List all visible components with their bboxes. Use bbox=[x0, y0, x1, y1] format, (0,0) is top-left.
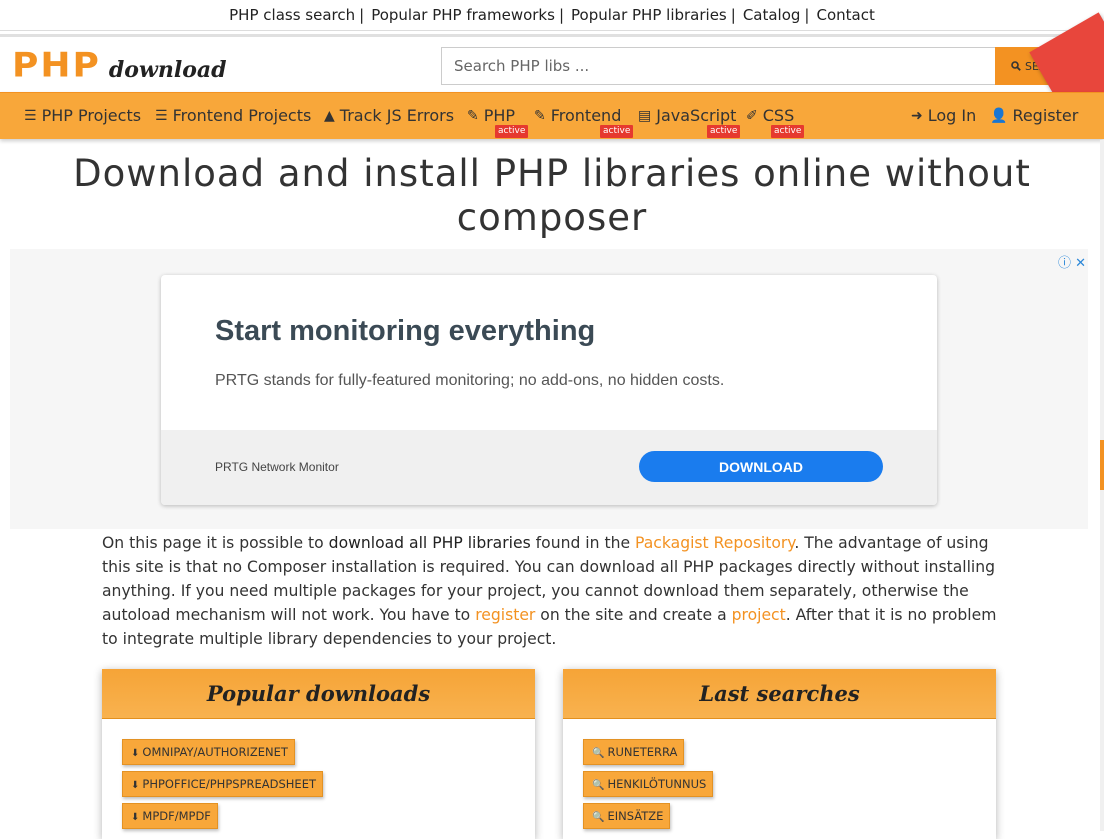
nav-label: JavaScript bbox=[656, 106, 737, 125]
panel-title: Popular downloads bbox=[206, 681, 431, 706]
ad-controls[interactable]: ⓘ ✕ bbox=[1058, 252, 1086, 271]
tag-label: EINSÄTZE bbox=[607, 809, 664, 823]
logo-download: download bbox=[108, 57, 227, 83]
tag-label: OMNIPAY/AUTHORIZENET bbox=[142, 745, 288, 759]
edit-icon: ✎ bbox=[467, 107, 479, 124]
ad-footer: PRTG Network Monitor DOWNLOAD bbox=[161, 430, 937, 505]
scroll-thumb[interactable] bbox=[1100, 440, 1104, 490]
active-badge: active bbox=[495, 125, 529, 138]
search-form: SEARCH bbox=[441, 47, 1104, 85]
ad-brand: PRTG Network Monitor bbox=[215, 460, 339, 474]
panel-header: Popular downloads bbox=[102, 669, 535, 719]
search-icon bbox=[1011, 61, 1021, 71]
download-tag[interactable]: ⬇ OMNIPAY/AUTHORIZENET bbox=[122, 739, 295, 765]
site-logo[interactable]: PHP download bbox=[12, 45, 227, 86]
intro-paragraph: On this page it is possible to download … bbox=[102, 531, 1002, 651]
page-title: Download and install PHP libraries onlin… bbox=[73, 152, 1031, 239]
popular-list: ⬇ OMNIPAY/AUTHORIZENET ⬇ PHPOFFICE/PHPSPRE… bbox=[122, 739, 323, 835]
ad-download-button[interactable]: DOWNLOAD bbox=[639, 451, 883, 482]
nav-register-label: Register bbox=[1012, 106, 1079, 125]
ad-card[interactable]: Start monitoring everything PRTG stands … bbox=[161, 275, 937, 505]
intro-text: found in the bbox=[530, 534, 636, 552]
nav-label: PHP Projects bbox=[41, 106, 142, 125]
ad-close-icon[interactable]: ✕ bbox=[1075, 256, 1086, 271]
download-icon: ⬇ bbox=[131, 748, 140, 759]
tag-label: MPDF/MPDF bbox=[142, 809, 211, 823]
edit-icon: ✎ bbox=[534, 107, 546, 124]
nav-track-js-errors[interactable]: ▲ Track JS Errors bbox=[324, 106, 454, 125]
packagist-link[interactable]: Packagist Repository bbox=[635, 534, 794, 552]
tag-label: RUNETERRA bbox=[607, 745, 678, 759]
logo-php: PHP bbox=[12, 46, 101, 85]
nav-label: CSS bbox=[762, 106, 795, 125]
nav-javascript[interactable]: ▤ JavaScript bbox=[638, 106, 736, 125]
top-links-bar: PHP class search | Popular PHP framework… bbox=[0, 0, 1104, 31]
popular-downloads-panel: Popular downloads ⬇ OMNIPAY/AUTHORIZENET … bbox=[102, 669, 535, 839]
ad-text: PRTG stands for fully-featured monitorin… bbox=[215, 372, 725, 389]
warning-icon: ▲ bbox=[324, 107, 335, 124]
nav-frontend-projects[interactable]: ☰ Frontend Projects bbox=[155, 106, 311, 125]
tag-label: HENKILÖTUNNUS bbox=[607, 777, 707, 791]
separator: | bbox=[359, 6, 365, 24]
tag-label: PHPOFFICE/PHPSPREADSHEET bbox=[142, 777, 316, 791]
scrollbar[interactable] bbox=[1100, 140, 1104, 831]
nav-login[interactable]: ➜ Log In bbox=[911, 106, 976, 125]
active-badge: active bbox=[707, 125, 741, 138]
separator: | bbox=[730, 6, 736, 24]
nav-register[interactable]: 👤 Register bbox=[990, 106, 1078, 125]
search-tag[interactable]: 🔍 RUNETERRA bbox=[583, 739, 685, 765]
user-plus-icon: 👤 bbox=[990, 107, 1008, 124]
nav-css[interactable]: ✐ CSS bbox=[746, 106, 794, 125]
ad-info-icon[interactable]: ⓘ bbox=[1058, 256, 1071, 271]
intro-text: On this page it is possible to bbox=[102, 534, 329, 552]
nav-label: Track JS Errors bbox=[339, 106, 455, 125]
toplink-php-class-search[interactable]: PHP class search bbox=[229, 6, 355, 24]
download-icon: ⬇ bbox=[131, 812, 140, 823]
search-tag[interactable]: 🔍 HENKILÖTUNNUS bbox=[583, 771, 714, 797]
active-badge: active bbox=[771, 125, 805, 138]
searches-list: 🔍 RUNETERRA 🔍 HENKILÖTUNNUS 🔍 EINSÄTZE bbox=[583, 739, 714, 835]
nav-label: Frontend Projects bbox=[172, 106, 312, 125]
download-icon: ⬇ bbox=[131, 780, 140, 791]
download-tag[interactable]: ⬇ PHPOFFICE/PHPSPREADSHEET bbox=[122, 771, 323, 797]
nav-label: PHP bbox=[483, 106, 516, 125]
sign-in-icon: ➜ bbox=[911, 107, 923, 124]
ad-container: ⓘ ✕ Start monitoring everything PRTG sta… bbox=[10, 249, 1088, 529]
active-badge: active bbox=[600, 125, 634, 138]
search-icon: 🔍 bbox=[592, 812, 605, 823]
nav-frontend[interactable]: ✎ Frontend bbox=[534, 106, 621, 125]
nav-label: Frontend bbox=[550, 106, 622, 125]
separator: | bbox=[804, 6, 810, 24]
intro-text: on the site and create a bbox=[535, 606, 732, 624]
toplink-catalog[interactable]: Catalog bbox=[743, 6, 801, 24]
nav-php[interactable]: ✎ PHP bbox=[467, 106, 515, 125]
ad-headline: Start monitoring everything bbox=[215, 315, 596, 347]
register-link[interactable]: register bbox=[475, 606, 535, 624]
toplink-popular-frameworks[interactable]: Popular PHP frameworks bbox=[371, 6, 555, 24]
search-tag[interactable]: 🔍 EINSÄTZE bbox=[583, 803, 671, 829]
project-link[interactable]: project bbox=[732, 606, 786, 624]
panel-title: Last searches bbox=[699, 681, 860, 706]
list-icon: ☰ bbox=[24, 107, 37, 124]
download-tag[interactable]: ⬇ MPDF/MPDF bbox=[122, 803, 218, 829]
search-icon: 🔍 bbox=[592, 780, 605, 791]
search-input[interactable] bbox=[441, 47, 995, 85]
code-file-icon: ▤ bbox=[638, 107, 652, 124]
panel-header: Last searches bbox=[563, 669, 996, 719]
site-header: PHP download SEARCH bbox=[0, 12, 1104, 122]
nav-login-label: Log In bbox=[927, 106, 977, 125]
toplink-contact[interactable]: Contact bbox=[816, 6, 874, 24]
search-icon: 🔍 bbox=[592, 748, 605, 759]
toplink-popular-libraries[interactable]: Popular PHP libraries bbox=[571, 6, 727, 24]
main-nav: ☰ PHP Projects ☰ Frontend Projects ▲ Tra… bbox=[0, 92, 1104, 139]
last-searches-panel: Last searches 🔍 RUNETERRA 🔍 HENKILÖTUNNUS … bbox=[563, 669, 996, 839]
separator: | bbox=[558, 6, 564, 24]
intro-bold: download all PHP libraries bbox=[328, 534, 531, 552]
list-icon: ☰ bbox=[155, 107, 168, 124]
nav-php-projects[interactable]: ☰ PHP Projects bbox=[24, 106, 141, 125]
brush-icon: ✐ bbox=[746, 107, 758, 124]
